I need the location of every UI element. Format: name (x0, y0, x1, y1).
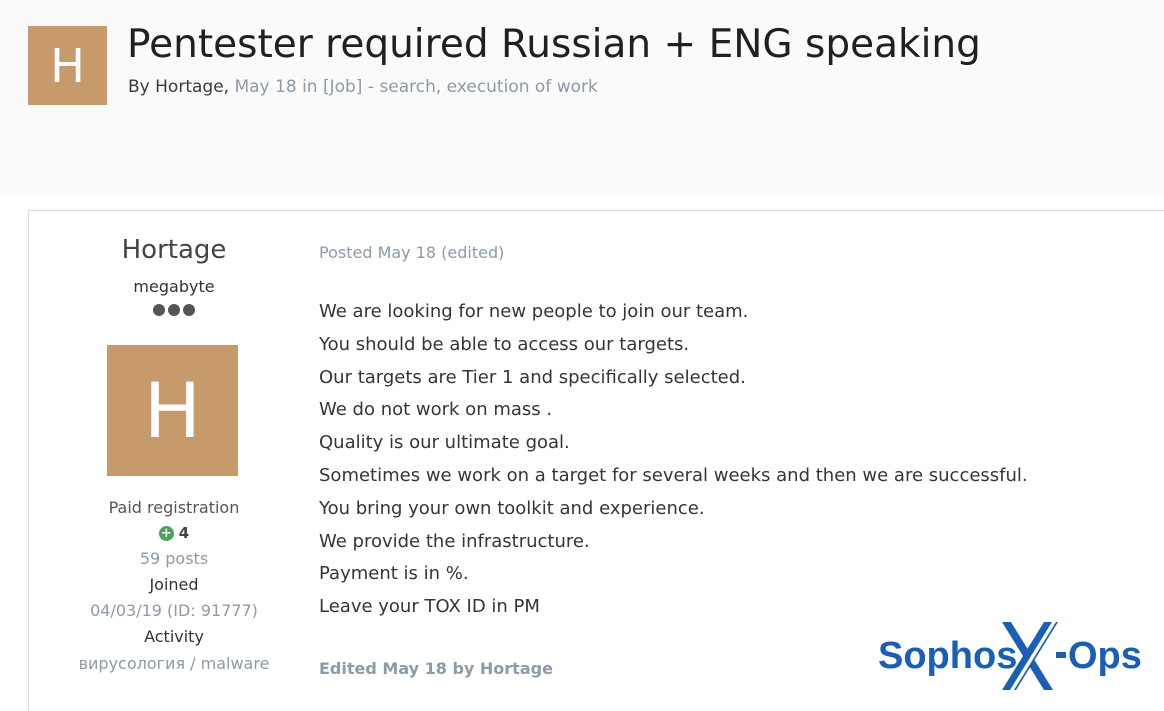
post-line: Payment is in %. (319, 563, 469, 585)
author-avatar[interactable]: H (107, 345, 238, 476)
topic-author-avatar[interactable]: H (28, 26, 107, 105)
plus-circle-icon: + (158, 525, 174, 541)
post-date[interactable]: Posted May 18 (edited) (319, 243, 504, 262)
reputation-value: 4 (178, 524, 190, 542)
author-rank: megabyte (133, 277, 215, 296)
logo-dash (1056, 652, 1066, 658)
author-group: Paid registration (108, 498, 240, 517)
meta-separator: , (223, 77, 230, 97)
sophos-xops-logo: Sophos Ops (878, 622, 1142, 690)
post-line: We are looking for new people to join ou… (319, 301, 749, 322)
post-line: We provide the infrastructure. (319, 530, 590, 552)
rank-pip (168, 304, 180, 316)
author-posts-link[interactable]: 59 posts (29, 549, 319, 568)
post-line: Sometimes we work on a target for severa… (319, 464, 1028, 486)
author-name-link[interactable]: Hortage (29, 235, 319, 265)
activity-label: Activity (144, 627, 204, 646)
post-line: Quality is our ultimate goal. (319, 432, 570, 454)
forum-link[interactable]: [Job] - search, execution of work (323, 77, 598, 97)
post-line: We do not work on mass . (319, 399, 553, 421)
topic-date: May 18 (234, 77, 297, 97)
logo-text-ops: Ops (1068, 635, 1142, 677)
logo-text-sophos: Sophos (878, 635, 1017, 677)
topic-header: H Pentester required Russian + ENG speak… (0, 0, 1164, 195)
post-line: Our targets are Tier 1 and specifically … (319, 366, 746, 388)
activity-value: вирусология / malware (78, 654, 270, 673)
post-body: We are looking for new people to join ou… (319, 296, 1028, 624)
edited-note: Edited May 18 by Hortage (319, 659, 553, 678)
rank-pips (29, 304, 319, 316)
topic-meta: By Hortage, May 18 in [Job] - search, ex… (128, 77, 598, 97)
rank-pip (183, 304, 195, 316)
rank-pip (153, 304, 165, 316)
in-label: in (302, 77, 318, 97)
topic-author-link[interactable]: Hortage (155, 77, 224, 97)
page-title: Pentester required Russian + ENG speakin… (127, 22, 981, 67)
post-line: You should be able to access our targets… (319, 333, 690, 355)
joined-value: 04/03/19 (ID: 91777) (90, 601, 258, 620)
reputation-badge: + 4 (29, 524, 319, 542)
post-line: You bring your own toolkit and experienc… (319, 497, 705, 519)
by-label: By (128, 77, 150, 97)
joined-label: Joined (149, 575, 199, 594)
